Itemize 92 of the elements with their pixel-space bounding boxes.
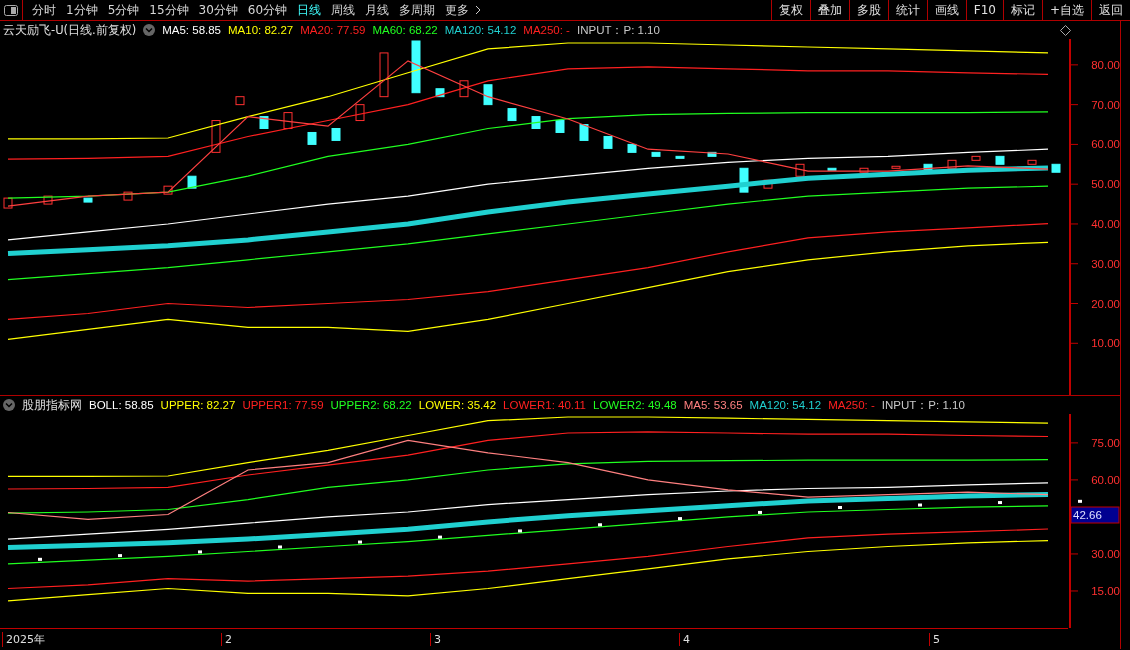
candlestick bbox=[923, 163, 933, 173]
candlestick bbox=[651, 151, 661, 157]
legend-value: INPUT：P: 1.10 bbox=[881, 397, 965, 413]
date-label: 2 bbox=[221, 632, 232, 646]
axis-label: 30.00 bbox=[1091, 257, 1120, 270]
legend-value: MA120: 54.12 bbox=[444, 24, 517, 36]
candlestick bbox=[259, 116, 269, 129]
period-tab[interactable]: 60分钟 bbox=[242, 1, 293, 19]
legend-value: MA10: 82.27 bbox=[228, 24, 294, 36]
candlestick bbox=[163, 185, 173, 195]
chevron-icon[interactable] bbox=[143, 24, 156, 36]
chevron-icon[interactable] bbox=[3, 399, 15, 411]
candlestick bbox=[971, 155, 981, 161]
legend-value: MA5: 53.65 bbox=[683, 399, 743, 411]
candlestick bbox=[211, 120, 221, 153]
candlestick bbox=[307, 131, 317, 145]
candlestick bbox=[739, 167, 749, 193]
legend-value: UPPER2: 68.22 bbox=[330, 399, 412, 411]
candlestick bbox=[43, 195, 53, 205]
legend-value: MA5: 58.85 bbox=[162, 24, 222, 36]
candlestick bbox=[795, 163, 805, 177]
axis-label: 20.00 bbox=[1091, 297, 1120, 310]
stock-title: 云天励飞-U(日线.前复权) bbox=[3, 22, 137, 38]
axis-label: 15.00 bbox=[1091, 585, 1120, 597]
candlestick bbox=[507, 108, 517, 122]
candlestick bbox=[555, 120, 565, 133]
period-tab[interactable]: 30分钟 bbox=[193, 1, 243, 19]
legend-value: UPPER1: 77.59 bbox=[242, 399, 324, 411]
candlestick bbox=[331, 128, 341, 141]
legend-value: LOWER2: 49.48 bbox=[593, 399, 677, 411]
candlestick bbox=[947, 159, 957, 169]
period-tab[interactable]: 5分钟 bbox=[102, 1, 145, 19]
panel-toggle-icon[interactable] bbox=[4, 4, 18, 16]
legend-value: MA120: 54.12 bbox=[749, 399, 822, 411]
candlestick bbox=[355, 104, 365, 122]
candlestick bbox=[995, 155, 1005, 165]
candlestick bbox=[379, 52, 389, 98]
candlestick bbox=[435, 88, 445, 98]
chevron-right-icon[interactable] bbox=[474, 4, 483, 16]
axis-label: 75.00 bbox=[1091, 436, 1120, 449]
candlestick bbox=[675, 155, 685, 159]
candlestick bbox=[1051, 163, 1061, 173]
candlestick bbox=[483, 84, 493, 106]
candlestick bbox=[187, 175, 197, 189]
date-label: 3 bbox=[430, 632, 441, 646]
axis-label: 10.00 bbox=[1091, 337, 1120, 350]
date-label: 4 bbox=[679, 632, 690, 646]
candlestick bbox=[3, 197, 13, 209]
legend-value: MA60: 68.22 bbox=[372, 24, 438, 36]
candlestick bbox=[603, 135, 613, 149]
candlestick bbox=[891, 165, 901, 169]
period-tab[interactable]: 15分钟 bbox=[144, 1, 194, 19]
axis-label: 30.00 bbox=[1091, 547, 1120, 560]
candlestick bbox=[707, 151, 717, 157]
legend-value: MA250: - bbox=[828, 399, 875, 411]
candlestick bbox=[411, 40, 421, 94]
axis-label: 40.00 bbox=[1091, 217, 1120, 230]
period-tab[interactable]: 日线 bbox=[292, 1, 327, 19]
legend-value: MA250: - bbox=[523, 24, 570, 36]
candlestick bbox=[1027, 159, 1037, 165]
legend-value: LOWER1: 40.11 bbox=[503, 399, 586, 411]
candlestick bbox=[531, 116, 541, 129]
candlestick bbox=[579, 124, 589, 141]
axis-label: 80.00 bbox=[1091, 58, 1120, 71]
cursor-value-label: 42.66 bbox=[1070, 506, 1120, 524]
date-label: 5 bbox=[929, 632, 940, 646]
candlestick bbox=[627, 143, 637, 153]
axis-label: 60.00 bbox=[1091, 138, 1120, 151]
indicator-title: 股朋指标网 bbox=[22, 397, 82, 413]
date-label: 2025年 bbox=[2, 631, 45, 647]
legend-value: BOLL: 58.85 bbox=[89, 399, 154, 411]
period-tab[interactable]: 1分钟 bbox=[61, 1, 103, 19]
legend-value: LOWER: 35.42 bbox=[418, 399, 497, 411]
axis-label: 50.00 bbox=[1091, 178, 1120, 191]
candlestick bbox=[827, 167, 837, 171]
candlestick bbox=[283, 112, 293, 129]
candlestick bbox=[83, 197, 93, 203]
period-tab[interactable]: 更多 bbox=[440, 1, 475, 19]
candlestick bbox=[123, 191, 133, 201]
candlestick bbox=[859, 167, 869, 173]
period-tab[interactable]: 多周期 bbox=[394, 1, 441, 19]
diamond-icon[interactable] bbox=[1060, 24, 1071, 36]
period-tab[interactable]: 月线 bbox=[360, 1, 395, 19]
legend-value: UPPER: 82.27 bbox=[160, 399, 236, 411]
axis-label: 70.00 bbox=[1091, 98, 1120, 111]
legend-value: MA20: 77.59 bbox=[300, 24, 366, 36]
candlestick bbox=[459, 80, 469, 98]
period-tab[interactable]: 分时 bbox=[27, 1, 61, 19]
period-tab[interactable]: 周线 bbox=[326, 1, 361, 19]
legend-value: INPUT：P: 1.10 bbox=[576, 22, 660, 38]
candlestick bbox=[235, 96, 245, 106]
axis-label: 60.00 bbox=[1091, 473, 1120, 486]
